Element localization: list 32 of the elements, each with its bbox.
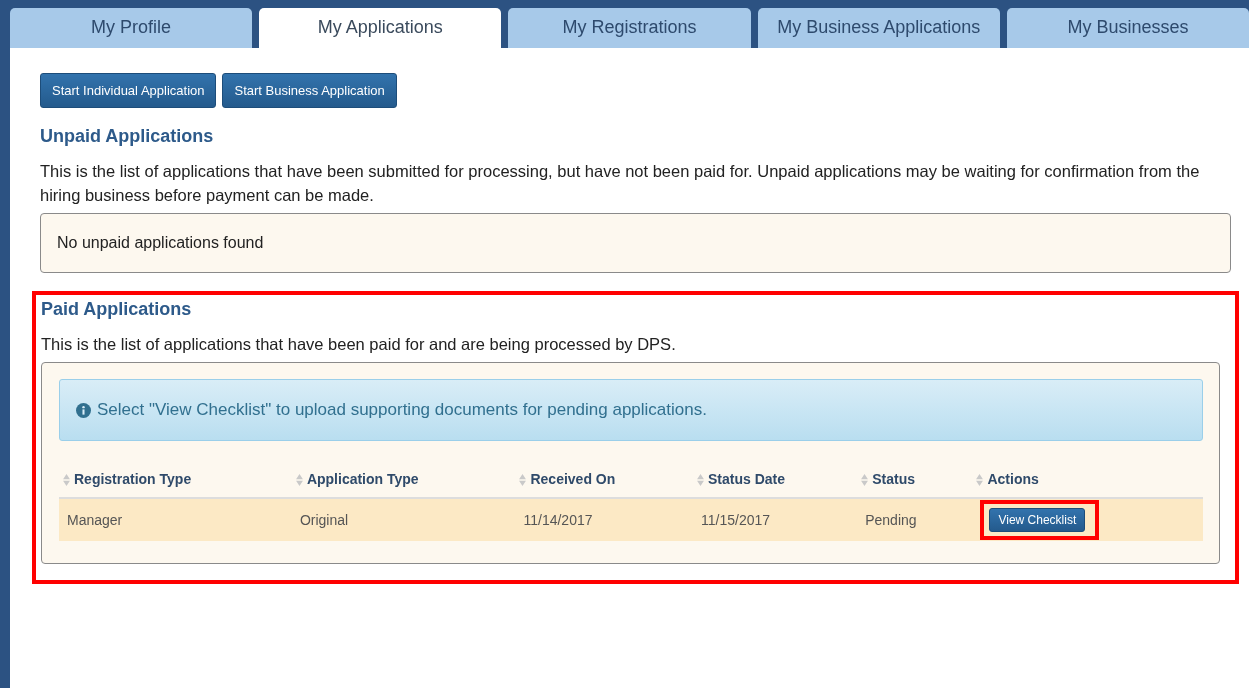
column-title: Actions bbox=[987, 471, 1039, 487]
sort-icon bbox=[63, 474, 70, 487]
sort-icon bbox=[861, 474, 869, 487]
sort-icon bbox=[697, 474, 704, 487]
table-cell: Pending bbox=[857, 498, 973, 541]
section-heading: Unpaid Applications bbox=[40, 126, 215, 147]
sort-icon bbox=[519, 474, 527, 487]
start-application-button[interactable]: Start Business Application bbox=[222, 73, 397, 108]
sort-icon bbox=[295, 474, 303, 487]
tab[interactable]: My Businesses bbox=[1006, 8, 1249, 48]
column-title: Registration Type bbox=[74, 471, 192, 487]
view-checklist-button[interactable]: View Checklist bbox=[989, 508, 1086, 532]
info-icon bbox=[76, 402, 91, 418]
empty-message: No unpaid applications found bbox=[57, 234, 264, 251]
alert-text: Select "View Checklist" to upload supporting documents for pending applications. bbox=[97, 400, 707, 420]
sort-icon bbox=[976, 474, 984, 487]
table-cell: 11/15/2017 bbox=[693, 498, 858, 541]
section-description: This is the list of applications that have been submitted for processing, but have not been paid for. Unpaid applications may be waiting for confirmation from the hiring business before payment can be made. bbox=[40, 161, 1201, 206]
section-heading: Paid Applications bbox=[41, 299, 193, 320]
section-description: This is the list of applications that have been paid for and are being processed by DPS. bbox=[41, 334, 677, 355]
column-title: Status bbox=[872, 471, 915, 487]
start-application-button[interactable]: Start Individual Application bbox=[40, 73, 217, 108]
column-title: Application Type bbox=[306, 471, 419, 487]
tab[interactable]: My Business Applications bbox=[757, 8, 1000, 48]
tab[interactable]: My Registrations bbox=[508, 8, 751, 48]
table-cell: Manager bbox=[59, 498, 292, 541]
tab[interactable]: My Profile bbox=[10, 8, 253, 48]
table-cell: Original bbox=[291, 498, 516, 541]
tab[interactable]: My Applications bbox=[259, 8, 502, 48]
column-title: Received On bbox=[530, 471, 616, 487]
table-cell: 11/14/2017 bbox=[515, 498, 693, 541]
column-title: Status Date bbox=[708, 471, 786, 487]
